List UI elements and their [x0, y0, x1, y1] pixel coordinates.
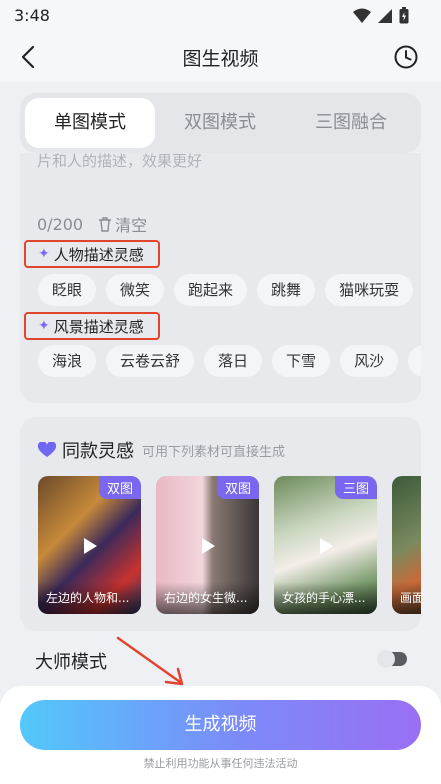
sample-thumbnails: 双图 左边的人物和... 双图 右边的女生微... 三图 女孩的手心漂... 画… — [38, 476, 421, 614]
status-time: 3:48 — [14, 6, 50, 25]
heart-icon — [38, 442, 56, 457]
people-inspiration-text: 人物描述灵感 — [53, 245, 144, 264]
sample-caption: 左边的人物和... — [38, 582, 141, 614]
trash-icon — [99, 217, 112, 232]
bottom-panel: 生成视频 禁止利用功能从事任何违法活动 — [0, 686, 441, 784]
sample-caption: 右边的女生微... — [156, 582, 259, 614]
master-mode-label: 大师模式 — [35, 652, 107, 673]
people-inspiration-label[interactable]: ✦ 人物描述灵感 — [24, 240, 160, 268]
sparkle-icon: ✦ — [38, 246, 50, 262]
status-icons — [353, 7, 409, 24]
chip-waves[interactable]: 海浪 — [38, 345, 97, 377]
page-title: 图生视频 — [182, 48, 259, 70]
scenery-inspiration-text: 风景描述灵感 — [53, 317, 144, 336]
clear-label: 清空 — [115, 216, 148, 235]
chip-fly[interactable]: 飞 — [408, 345, 421, 377]
wifi-icon — [353, 8, 371, 23]
prompt-card: 片和人的描述，效果更好 0/200 清空 ✦ 人物描述灵感 眨眼 微笑 跑起来 … — [20, 153, 421, 403]
sample-card[interactable]: 双图 左边的人物和... — [38, 476, 141, 614]
play-icon — [320, 538, 333, 554]
clear-button[interactable]: 清空 — [97, 212, 147, 236]
tab-triple-fusion[interactable]: 三图融合 — [286, 98, 416, 148]
same-style-header: 同款灵感 可用下列素材可直接生成 — [38, 437, 285, 463]
people-chips: 眨眼 微笑 跑起来 跳舞 猫咪玩耍 — [38, 274, 414, 306]
generate-video-button[interactable]: 生成视频 — [20, 700, 421, 750]
sample-caption: 画面 — [392, 582, 421, 614]
chip-smile[interactable]: 微笑 — [106, 274, 165, 306]
signal-icon — [378, 8, 392, 23]
scenery-chips: 海浪 云卷云舒 落日 下雪 风沙 飞 — [38, 345, 421, 377]
tab-double-image[interactable]: 双图模式 — [155, 98, 285, 148]
char-counter: 0/200 — [37, 214, 84, 234]
history-clock-icon[interactable] — [393, 44, 419, 70]
same-style-card: 同款灵感 可用下列素材可直接生成 双图 左边的人物和... 双图 右边的女生微.… — [20, 417, 421, 631]
sample-badge: 三图 — [334, 476, 377, 499]
chip-blink[interactable]: 眨眼 — [38, 274, 97, 306]
chip-cat-play[interactable]: 猫咪玩耍 — [325, 274, 414, 306]
sample-card[interactable]: 三图 女孩的手心漂... — [274, 476, 377, 614]
scenery-inspiration-label[interactable]: ✦ 风景描述灵感 — [24, 312, 160, 340]
same-style-title: 同款灵感 — [62, 441, 134, 462]
play-icon — [84, 538, 97, 554]
chip-snow[interactable]: 下雪 — [272, 345, 331, 377]
chip-sandstorm[interactable]: 风沙 — [340, 345, 399, 377]
sample-badge: 双图 — [216, 476, 259, 499]
sample-card[interactable]: 双图 右边的女生微... — [156, 476, 259, 614]
tab-single-image[interactable]: 单图模式 — [25, 98, 155, 148]
sample-card[interactable]: 画面 — [392, 476, 421, 614]
chip-dance[interactable]: 跳舞 — [257, 274, 316, 306]
sparkle-icon: ✦ — [38, 318, 50, 334]
chip-sunset[interactable]: 落日 — [204, 345, 263, 377]
sample-badge: 双图 — [98, 476, 141, 499]
chip-run[interactable]: 跑起来 — [174, 274, 248, 306]
prompt-input-hint[interactable]: 片和人的描述，效果更好 — [37, 153, 202, 170]
same-style-subtitle: 可用下列素材可直接生成 — [142, 444, 286, 460]
sample-caption: 女孩的手心漂... — [274, 582, 377, 614]
mode-tabs: 单图模式 双图模式 三图融合 — [20, 93, 421, 153]
toggle-knob — [377, 650, 395, 668]
chip-clouds[interactable]: 云卷云舒 — [106, 345, 195, 377]
annotation-arrow-icon — [116, 636, 184, 686]
disclaimer-text: 禁止利用功能从事任何违法活动 — [143, 757, 298, 770]
battery-icon — [399, 7, 409, 24]
prompt-counter-row: 0/200 清空 — [37, 212, 147, 236]
nav-bar: 图生视频 — [0, 32, 441, 82]
master-mode-toggle[interactable] — [377, 650, 407, 668]
play-icon — [202, 538, 215, 554]
status-bar: 3:48 — [0, 0, 441, 32]
